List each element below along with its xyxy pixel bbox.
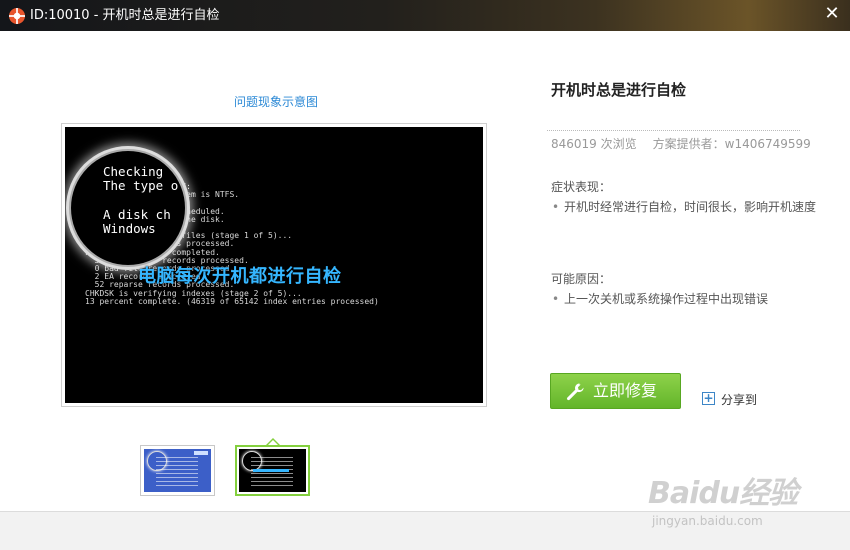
preview-caption: 问题现象示意图 <box>234 95 319 109</box>
issue-title: 开机时总是进行自检 <box>551 81 687 99</box>
close-button[interactable]: ✕ <box>822 4 842 24</box>
thumbnail-2-image <box>239 449 306 492</box>
thumb-text-lines <box>251 457 293 487</box>
symptom-item: • 开机时经常进行自检，时间很长，影响开机速度 <box>552 198 816 215</box>
preview-image-frame: em on C: le system is NTFS. been schedul… <box>61 123 487 407</box>
bullet: • <box>552 200 560 214</box>
cause-item: • 上一次关机或系统操作过程中出现错误 <box>552 290 768 307</box>
thumbnail-1[interactable] <box>140 445 215 496</box>
main-panel: 问题现象示意图 em on C: le system is NTFS. been… <box>0 31 850 511</box>
thumbnail-2[interactable] <box>235 445 310 496</box>
thumbnail-1-image <box>144 449 211 492</box>
title-bar: ID:10010 - 开机时总是进行自检 ✕ <box>0 0 850 31</box>
cause-text: 上一次关机或系统操作过程中出现错误 <box>564 292 769 306</box>
overlay-caption: 电脑每次开机都进行自检 <box>138 266 342 287</box>
wrench-icon <box>566 383 584 401</box>
symptom-text: 开机时经常进行自检，时间很长，影响开机速度 <box>564 200 817 214</box>
thumb-overlay-band <box>253 469 289 472</box>
thumb-text-lines <box>156 457 198 487</box>
watermark-url: jingyan.baidu.com <box>652 514 763 528</box>
view-count: 846019 次浏览 <box>551 137 637 151</box>
symptom-label: 症状表现： <box>551 180 612 194</box>
provider: 方案提供者：w1406749599 <box>652 137 811 151</box>
lifebuoy-icon <box>9 8 25 24</box>
share-label: 分享到 <box>721 393 758 407</box>
repair-now-button[interactable]: 立即修复 <box>550 373 681 409</box>
window-title: ID:10010 - 开机时总是进行自检 <box>30 8 220 23</box>
magnified-text: Checking The type o A disk ch Windows <box>103 164 179 236</box>
plus-icon: + <box>702 391 715 405</box>
dotted-divider <box>547 130 800 131</box>
thumb-header <box>194 451 208 455</box>
bullet: • <box>552 292 560 306</box>
active-thumbnail-pointer <box>266 438 280 445</box>
baidu-jingyan-watermark: Baidu经验 jingyan.baidu.com <box>648 468 848 540</box>
cause-label: 可能原因： <box>551 272 612 286</box>
chkdsk-screen-image: em on C: le system is NTFS. been schedul… <box>65 127 483 403</box>
stats-line: 846019 次浏览 方案提供者：w1406749599 <box>551 135 811 152</box>
repair-now-label: 立即修复 <box>593 381 658 400</box>
watermark-logo: Baidu经验 <box>648 476 798 511</box>
magnifier-circle: Checking The type o A disk ch Windows <box>69 149 187 267</box>
